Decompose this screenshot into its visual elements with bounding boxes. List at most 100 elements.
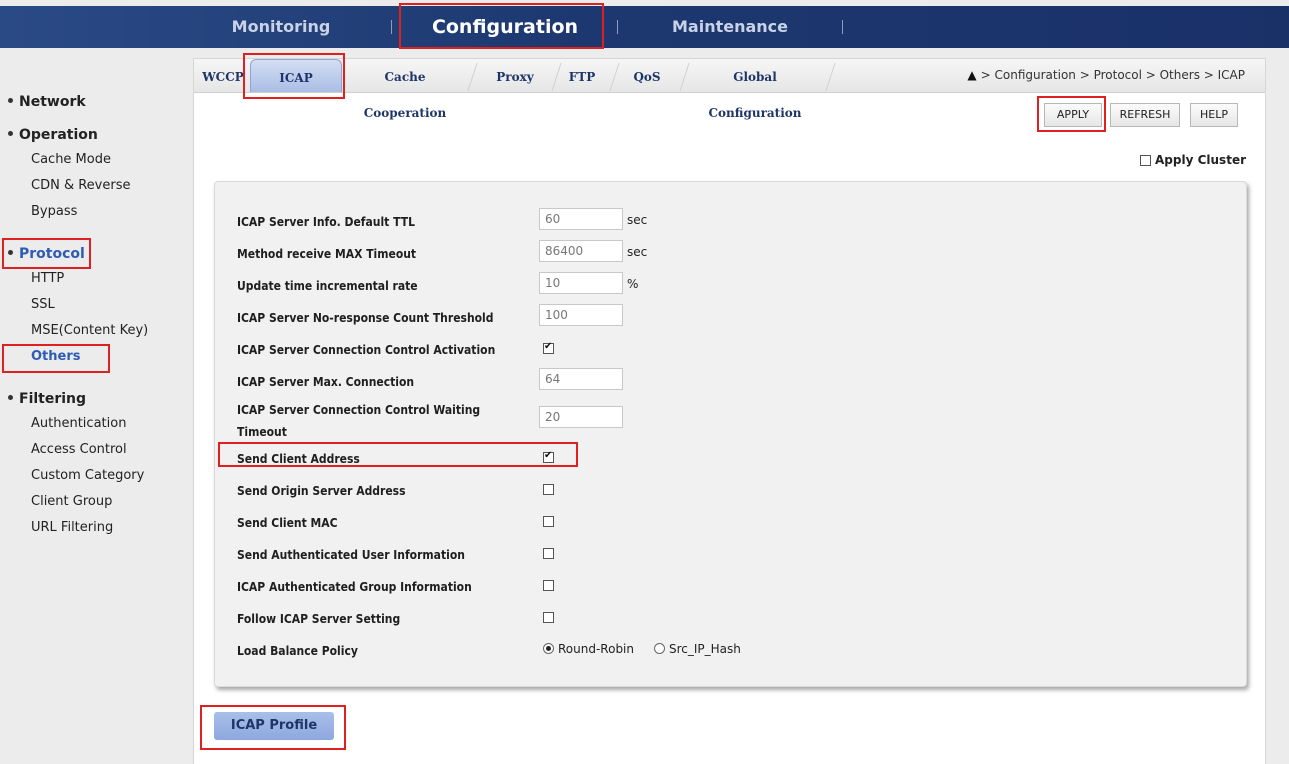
tab-divider: [679, 63, 690, 91]
sidebar-item-access-control[interactable]: Access Control: [31, 442, 127, 457]
radio-round-robin[interactable]: [543, 643, 554, 654]
nav-separator: [391, 20, 392, 34]
sidebar: Network Operation Cache Mode CDN & Rever…: [0, 48, 192, 763]
load-balance-label: Load Balance Policy: [237, 644, 358, 658]
form-row-max-timeout: Method receive MAX Timeout 86400 sec: [237, 237, 1217, 265]
sidebar-item-cache-mode[interactable]: Cache Mode: [31, 152, 111, 167]
sidebar-section-protocol[interactable]: Protocol: [8, 246, 85, 262]
noresponse-threshold-label: ICAP Server No-response Count Threshold: [237, 311, 494, 325]
max-connection-input[interactable]: 64: [539, 368, 623, 390]
form-row-load-balance: Load Balance Policy Round-Robin Src_IP_Ha…: [237, 634, 1217, 662]
sidebar-item-bypass[interactable]: Bypass: [31, 204, 77, 219]
tab-divider: [467, 63, 478, 91]
sidebar-section-label: Protocol: [19, 246, 85, 262]
form-row-conn-control-activation: ICAP Server Connection Control Activatio…: [237, 333, 1217, 361]
sidebar-section-label: Operation: [19, 127, 98, 143]
sidebar-section-network[interactable]: Network: [8, 94, 86, 110]
apply-button[interactable]: APPLY: [1044, 103, 1102, 127]
follow-server-checkbox[interactable]: [543, 612, 554, 623]
sidebar-section-operation[interactable]: Operation: [8, 127, 98, 143]
nav-separator: [617, 20, 618, 34]
conn-control-waiting-label: ICAP Server Connection Control Waiting T…: [237, 403, 481, 439]
form-row-incremental-rate: Update time incremental rate 10 %: [237, 269, 1217, 297]
sidebar-item-client-group[interactable]: Client Group: [31, 494, 112, 509]
breadcrumb: ▲ > Configuration > Protocol > Others > I…: [967, 68, 1245, 82]
follow-server-label: Follow ICAP Server Setting: [237, 612, 401, 626]
apply-cluster: Apply Cluster: [1139, 153, 1246, 167]
send-client-mac-label: Send Client MAC: [237, 516, 338, 530]
apply-cluster-label: Apply Cluster: [1155, 153, 1246, 167]
send-auth-user-label: Send Authenticated User Information: [237, 548, 465, 562]
ttl-label: ICAP Server Info. Default TTL: [237, 215, 415, 229]
icap-profile-button[interactable]: ICAP Profile: [214, 712, 334, 740]
form-row-max-connection: ICAP Server Max. Connection 64: [237, 365, 1217, 393]
icap-settings-form: ICAP Server Info. Default TTL 60 sec Met…: [214, 181, 1247, 687]
nav-separator: [842, 20, 843, 34]
nav-configuration[interactable]: Configuration: [406, 6, 604, 48]
send-client-mac-checkbox[interactable]: [543, 516, 554, 527]
bullet-icon: [8, 97, 13, 103]
sidebar-item-authentication[interactable]: Authentication: [31, 416, 126, 431]
auth-group-label: ICAP Authenticated Group Information: [237, 580, 472, 594]
tab-proxy[interactable]: Proxy: [482, 59, 548, 92]
send-origin-server-checkbox[interactable]: [543, 484, 554, 495]
sidebar-item-http[interactable]: HTTP: [31, 271, 64, 286]
tab-global-configuration[interactable]: Global Configuration: [690, 59, 820, 120]
send-auth-user-checkbox[interactable]: [543, 548, 554, 559]
conn-control-activation-label: ICAP Server Connection Control Activatio…: [237, 343, 496, 357]
send-client-address-label: Send Client Address: [237, 452, 360, 466]
form-row-follow-server: Follow ICAP Server Setting: [237, 602, 1217, 630]
breadcrumb-text: > Configuration > Protocol > Others > IC…: [980, 68, 1245, 82]
tab-strip: WCCP ICAP Cache Cooperation Proxy FTP Qo…: [194, 59, 1265, 120]
refresh-button[interactable]: REFRESH: [1110, 103, 1180, 127]
sidebar-section-filtering[interactable]: Filtering: [8, 391, 86, 407]
tab-icap[interactable]: ICAP: [250, 59, 342, 92]
incremental-rate-unit: %: [627, 277, 639, 291]
noresponse-threshold-input[interactable]: 100: [539, 304, 623, 326]
auth-group-checkbox[interactable]: [543, 580, 554, 591]
top-nav-bar: Monitoring Configuration Maintenance: [0, 6, 1289, 48]
bullet-icon: [8, 249, 13, 255]
nav-monitoring[interactable]: Monitoring: [206, 6, 356, 48]
ttl-unit: sec: [627, 213, 648, 227]
max-timeout-label: Method receive MAX Timeout: [237, 247, 417, 261]
tab-qos[interactable]: QoS: [620, 59, 674, 92]
home-icon[interactable]: ▲: [967, 68, 976, 82]
sidebar-item-mse[interactable]: MSE(Content Key): [31, 323, 148, 338]
tab-divider: [825, 63, 836, 91]
max-connection-label: ICAP Server Max. Connection: [237, 375, 415, 389]
sidebar-item-url-filtering[interactable]: URL Filtering: [31, 520, 113, 535]
tab-ftp[interactable]: FTP: [560, 59, 604, 92]
conn-control-activation-checkbox[interactable]: [543, 341, 554, 354]
sidebar-item-custom-category[interactable]: Custom Category: [31, 468, 144, 483]
form-row-auth-group: ICAP Authenticated Group Information: [237, 570, 1217, 598]
src-ip-hash-label: Src_IP_Hash: [669, 641, 741, 656]
tab-wccp[interactable]: WCCP: [200, 59, 246, 92]
bullet-icon: [8, 130, 13, 136]
form-row-send-client-mac: Send Client MAC: [237, 506, 1217, 534]
form-row-send-auth-user: Send Authenticated User Information: [237, 538, 1217, 566]
form-row-send-client-address: Send Client Address: [237, 442, 1217, 470]
max-timeout-unit: sec: [627, 245, 648, 259]
sidebar-item-cdn-reverse[interactable]: CDN & Reverse: [31, 178, 130, 193]
incremental-rate-input[interactable]: 10: [539, 272, 623, 294]
sidebar-item-ssl[interactable]: SSL: [31, 297, 55, 312]
nav-maintenance[interactable]: Maintenance: [640, 6, 820, 48]
send-origin-server-label: Send Origin Server Address: [237, 484, 406, 498]
tab-divider: [609, 63, 620, 91]
help-button[interactable]: HELP: [1190, 103, 1238, 127]
sidebar-section-label: Filtering: [19, 391, 87, 407]
apply-cluster-checkbox[interactable]: [1139, 155, 1151, 166]
main-panel: WCCP ICAP Cache Cooperation Proxy FTP Qo…: [193, 58, 1266, 764]
sidebar-section-label: Network: [19, 94, 86, 110]
form-row-conn-control-waiting: ICAP Server Connection Control Waiting T…: [237, 403, 1217, 439]
round-robin-label: Round-Robin: [558, 641, 634, 656]
max-timeout-input[interactable]: 86400: [539, 240, 623, 262]
radio-src-ip-hash[interactable]: [654, 643, 665, 654]
sidebar-item-others[interactable]: Others: [31, 349, 81, 364]
bullet-icon: [8, 394, 13, 400]
conn-control-waiting-input[interactable]: 20: [539, 406, 623, 428]
send-client-address-checkbox[interactable]: [543, 450, 554, 463]
tab-cache-cooperation[interactable]: Cache Cooperation: [344, 59, 466, 120]
ttl-input[interactable]: 60: [539, 208, 623, 230]
